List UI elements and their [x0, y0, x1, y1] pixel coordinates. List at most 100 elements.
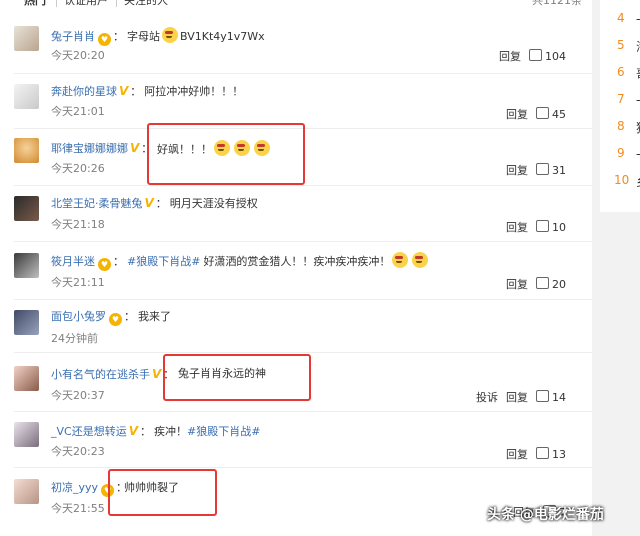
comment-time: 今天20:20 — [51, 49, 105, 62]
comment-username[interactable]: 小有名气的在逃杀手 — [51, 368, 150, 381]
verified-v-icon: V — [130, 141, 140, 155]
comment-time: 今天20:23 — [51, 445, 105, 458]
emoji-icon — [392, 252, 409, 268]
rank-number: 7 — [617, 92, 625, 106]
reply-button[interactable]: 回复 — [506, 448, 528, 461]
tab-following[interactable]: 关注的人 — [124, 0, 168, 10]
reply-button[interactable]: 回复 — [506, 278, 528, 291]
avatar[interactable] — [14, 253, 39, 278]
highlight-box — [108, 469, 217, 516]
rank-number: 5 — [617, 38, 625, 52]
reply-button[interactable]: 回复 — [506, 108, 528, 121]
verified-v-icon: V — [152, 367, 162, 381]
comment-username[interactable]: 面包小兔罗 — [51, 310, 106, 323]
comment-time: 今天20:26 — [51, 162, 105, 175]
highlight-box — [147, 123, 305, 185]
comment-actions: 回复 20 — [498, 277, 566, 292]
rank-number: 9 — [617, 146, 625, 160]
rank-number: 6 — [617, 65, 625, 79]
like-count: 13 — [552, 448, 566, 461]
verified-v-icon: V — [144, 196, 154, 210]
emoji-icon — [162, 27, 178, 43]
comment-username[interactable]: 兔子肖肖 — [51, 30, 95, 43]
rank-number: 10 — [614, 173, 630, 187]
comment-username[interactable]: 耶律宝娜娜娜娜 — [51, 142, 128, 155]
topic-link[interactable]: #狼殿下肖战# — [127, 255, 200, 268]
rank-item[interactable]: 一 — [636, 92, 640, 109]
comment-time: 今天21:01 — [51, 105, 105, 118]
thumbs-up-icon — [529, 49, 542, 61]
reply-button[interactable]: 回复 — [499, 50, 521, 63]
reply-button[interactable]: 回复 — [506, 164, 528, 177]
comment-line: 耶律宝娜娜娜娜 V： — [51, 141, 153, 155]
like-count: 31 — [552, 164, 566, 177]
highlight-box — [163, 354, 311, 401]
comment-panel: 热门 认证用户 关注的人 共1121条 兔子肖肖 ♥：字母站 BV1Kt4y1v7W… — [0, 0, 592, 536]
avatar[interactable] — [14, 479, 39, 504]
like-button[interactable]: 31 — [536, 163, 566, 177]
avatar[interactable] — [14, 310, 39, 335]
comment-actions: 回复 45 — [498, 107, 566, 122]
like-count: 20 — [552, 278, 566, 291]
thumbs-up-icon — [536, 447, 549, 459]
vip-badge-icon: ♥ — [98, 258, 111, 271]
comment-text: 字母站 — [127, 30, 160, 43]
rank-item[interactable]: 一 — [636, 11, 640, 28]
like-button[interactable]: 13 — [536, 447, 566, 461]
rank-item[interactable]: 狗 — [636, 119, 640, 136]
comment-username[interactable]: _VC还是想转运 — [51, 425, 127, 438]
avatar[interactable] — [14, 26, 39, 51]
comment-username[interactable]: 初凉_yyy — [51, 481, 98, 494]
avatar[interactable] — [14, 138, 39, 163]
rank-number: 4 — [617, 11, 625, 25]
comment-text-2: BV1Kt4y1v7Wx — [180, 30, 265, 43]
comment-time: 今天21:18 — [51, 218, 105, 231]
thumbs-up-icon — [536, 220, 549, 232]
comment-username[interactable]: 北堂王妃·柔骨魅兔 — [51, 197, 143, 210]
comment-username[interactable]: 筱月半迷 — [51, 255, 95, 268]
comment-time: 24分钟前 — [51, 332, 98, 345]
comment-line: 面包小兔罗 ♥：我来了 — [51, 310, 171, 326]
comment-tabs: 热门 认证用户 关注的人 共1121条 — [0, 0, 592, 10]
comment-text: 阿拉冲冲好帅！！！ — [144, 85, 244, 98]
rank-number: 8 — [617, 119, 625, 133]
watermark: 头条 @电影烂番茄 — [487, 507, 604, 523]
comment-text: 好潇洒的赏金猎人！！疾冲疾冲疾冲！ — [203, 255, 391, 268]
thumbs-up-icon — [536, 277, 549, 289]
like-button[interactable]: 10 — [536, 220, 566, 234]
avatar[interactable] — [14, 196, 39, 221]
emoji-icon — [412, 252, 429, 268]
like-button[interactable]: 20 — [536, 277, 566, 291]
rank-item[interactable]: 哥 — [636, 65, 640, 82]
avatar[interactable] — [14, 422, 39, 447]
like-count: 104 — [545, 50, 566, 63]
rank-item[interactable]: 海 — [636, 38, 640, 55]
vip-badge-icon: ♥ — [109, 313, 122, 326]
thumbs-up-icon — [536, 390, 549, 402]
comment-text: 我来了 — [138, 310, 171, 323]
tab-verified-users[interactable]: 认证用户 — [64, 0, 108, 10]
topic-link[interactable]: #狼殿下肖战# — [187, 425, 260, 438]
comment-time: 今天21:55 — [51, 502, 105, 515]
rank-item[interactable]: 一 — [636, 146, 640, 163]
comment-username[interactable]: 奔赴你的星球 — [51, 85, 117, 98]
tab-hot[interactable]: 热门 — [24, 0, 46, 10]
rank-item[interactable]: 乡 — [636, 173, 640, 190]
reply-button[interactable]: 回复 — [506, 391, 528, 404]
like-button[interactable]: 14 — [536, 390, 566, 404]
like-button[interactable]: 104 — [529, 49, 566, 63]
comment-line: 奔赴你的星球 V：阿拉冲冲好帅！！！ — [51, 84, 244, 98]
comment-actions: 回复 104 — [491, 49, 566, 64]
like-button[interactable]: 45 — [536, 107, 566, 121]
comment-time: 今天21:11 — [51, 276, 105, 289]
comment-line: 北堂王妃·柔骨魅兔 V：明月天涯没有授权 — [51, 196, 258, 210]
avatar[interactable] — [14, 366, 39, 391]
verified-v-icon: V — [119, 84, 129, 98]
like-count: 14 — [552, 391, 566, 404]
comment-actions: 回复 13 — [498, 447, 566, 462]
report-button[interactable]: 投诉 — [476, 391, 498, 404]
reply-button[interactable]: 回复 — [506, 221, 528, 234]
comment-text: 疾冲！ — [154, 425, 188, 438]
comment-total: 共1121条 — [532, 0, 582, 7]
avatar[interactable] — [14, 84, 39, 109]
